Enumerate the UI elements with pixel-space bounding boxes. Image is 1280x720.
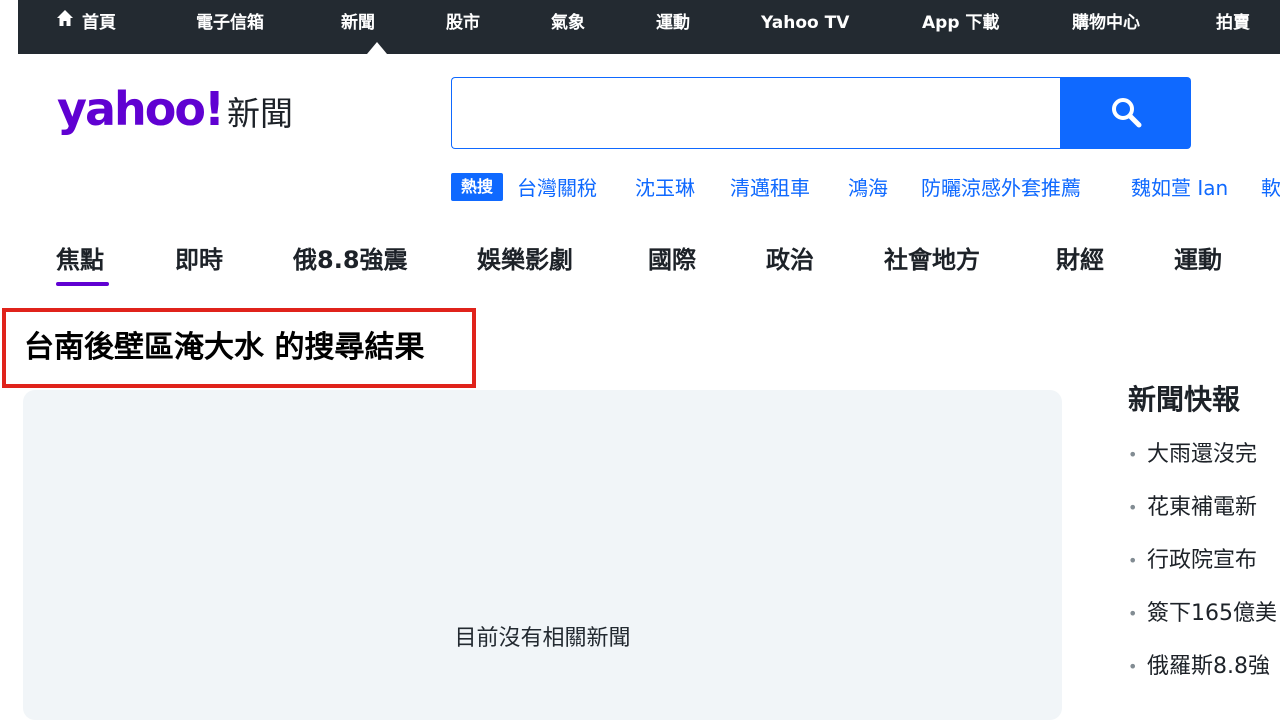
trending-link[interactable]: 沈玉琳 xyxy=(635,172,695,204)
tab-sports[interactable]: 運動 xyxy=(1174,236,1222,284)
tab-realtime[interactable]: 即時 xyxy=(175,236,223,284)
topnav-shopping[interactable]: 購物中心 xyxy=(1072,0,1140,46)
news-flash-sidebar: 新聞快報 • 大雨還沒完 • 花東補電新 • 行政院宣布 • 簽下165億美 • 俄羅斯8… xyxy=(1128,372,1280,704)
search-results-heading: 台南後壁區淹大水 的搜尋結果 xyxy=(24,330,425,365)
top-navigation-bar: 首頁 電子信箱 新聞 股市 氣象 運動 Yahoo TV App 下載 購物中心… xyxy=(18,0,1280,54)
news-flash-item[interactable]: • 俄羅斯8.8強 xyxy=(1128,640,1280,693)
tab-russia-earthquake[interactable]: 俄8.8強震 xyxy=(293,236,408,284)
search-input[interactable] xyxy=(451,77,1060,149)
trending-badge: 熱搜 xyxy=(451,173,503,201)
home-icon xyxy=(56,0,74,45)
tab-entertainment[interactable]: 娛樂影劇 xyxy=(477,236,573,284)
logo-brand: yahoo! xyxy=(57,82,225,136)
topnav-mail[interactable]: 電子信箱 xyxy=(196,0,264,46)
trending-searches: 熱搜 台灣關稅 沈玉琳 清邁租車 鴻海 防曬涼感外套推薦 魏如萱 Ian 軟 xyxy=(451,172,1280,204)
topnav-yahoo-tv[interactable]: Yahoo TV xyxy=(761,0,849,46)
trending-link[interactable]: 軟 xyxy=(1261,172,1280,204)
topnav-app-download[interactable]: App 下載 xyxy=(922,0,999,46)
bullet-dot-icon: • xyxy=(1128,604,1138,623)
sidebar-title: 新聞快報 xyxy=(1128,383,1241,416)
results-panel: 目前沒有相關新聞 xyxy=(23,390,1062,720)
bullet-dot-icon: • xyxy=(1128,445,1138,464)
yahoo-news-logo[interactable]: yahoo! 新聞 xyxy=(57,82,293,146)
news-flash-title: 行政院宣布 xyxy=(1147,548,1258,573)
news-flash-item[interactable]: • 行政院宣布 xyxy=(1128,534,1280,587)
trending-link[interactable]: 台灣關稅 xyxy=(517,172,597,204)
bullet-dot-icon: • xyxy=(1128,551,1138,570)
trending-link[interactable]: 防曬涼感外套推薦 xyxy=(921,172,1081,204)
search-button[interactable] xyxy=(1060,77,1191,149)
topnav-weather[interactable]: 氣象 xyxy=(551,0,585,46)
tab-finance[interactable]: 財經 xyxy=(1056,236,1104,284)
tab-politics[interactable]: 政治 xyxy=(766,236,814,284)
trending-link[interactable]: 鴻海 xyxy=(848,172,888,204)
active-nav-caret xyxy=(367,42,387,54)
news-flash-title: 大雨還沒完 xyxy=(1147,442,1258,467)
topnav-news[interactable]: 新聞 xyxy=(341,0,375,46)
news-flash-title: 俄羅斯8.8強 xyxy=(1147,654,1270,679)
news-flash-title: 花東補電新 xyxy=(1147,495,1258,520)
news-flash-item[interactable]: • 花東補電新 xyxy=(1128,481,1280,534)
news-flash-list: • 大雨還沒完 • 花東補電新 • 行政院宣布 • 簽下165億美 • 俄羅斯8.8強 xyxy=(1128,428,1280,693)
topnav-auction[interactable]: 拍賣 xyxy=(1216,0,1250,46)
trending-link[interactable]: 清邁租車 xyxy=(730,172,810,204)
bullet-dot-icon: • xyxy=(1128,498,1138,517)
news-flash-title: 簽下165億美 xyxy=(1147,601,1277,626)
topnav-stocks[interactable]: 股市 xyxy=(446,0,480,46)
topnav-home-label: 首頁 xyxy=(82,13,116,33)
bullet-dot-icon: • xyxy=(1128,657,1138,676)
tab-society-local[interactable]: 社會地方 xyxy=(884,236,980,284)
news-flash-item[interactable]: • 大雨還沒完 xyxy=(1128,428,1280,481)
tab-focus[interactable]: 焦點 xyxy=(56,236,104,284)
logo-suffix: 新聞 xyxy=(226,94,293,133)
active-tab-indicator xyxy=(56,282,109,286)
topnav-sports[interactable]: 運動 xyxy=(656,0,690,46)
category-tabs: 焦點 即時 俄8.8強震 娛樂影劇 國際 政治 社會地方 財經 運動 xyxy=(0,236,1280,292)
trending-link[interactable]: 魏如萱 Ian xyxy=(1131,172,1228,204)
news-flash-item[interactable]: • 簽下165億美 xyxy=(1128,587,1280,640)
empty-results-message: 目前沒有相關新聞 xyxy=(454,626,631,651)
tab-international[interactable]: 國際 xyxy=(648,236,696,284)
topnav-home[interactable]: 首頁 xyxy=(56,0,116,46)
search-icon xyxy=(1109,95,1143,132)
